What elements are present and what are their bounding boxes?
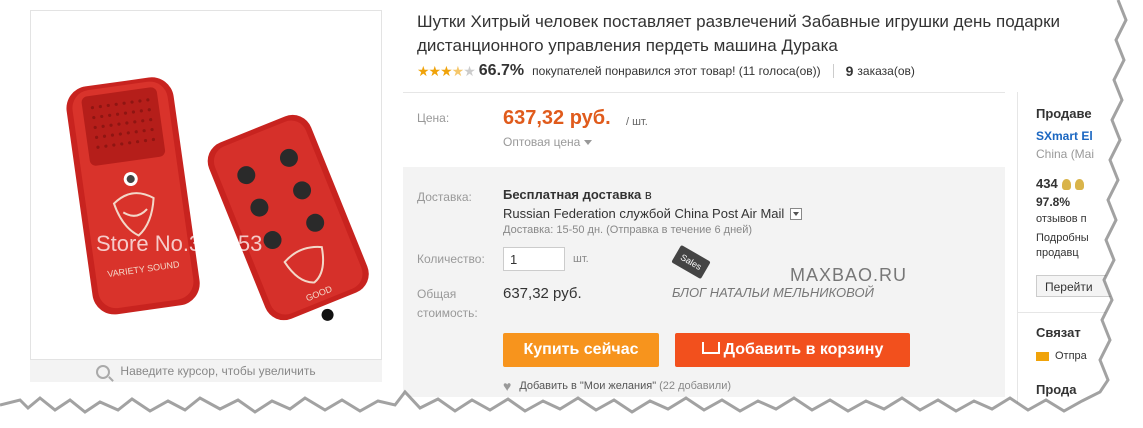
- product-page: VARIETY SOUND GOOD Store No.300353 Навед…: [0, 0, 1143, 428]
- torn-edge-decoration: [0, 0, 1143, 428]
